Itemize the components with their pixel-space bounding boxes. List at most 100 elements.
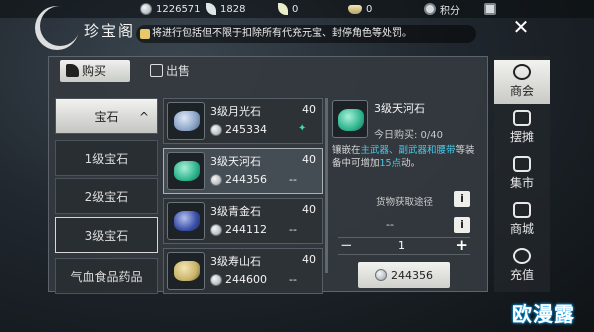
item-name: 3级月光石 [210, 105, 261, 118]
silver-coin-icon [210, 123, 222, 136]
settings-icon [484, 3, 496, 15]
nav-label: 摆摊 [509, 130, 534, 144]
buy-icon [66, 64, 79, 77]
nav-recharge[interactable]: 充值 [494, 244, 550, 288]
category-label: 2级宝石 [84, 190, 129, 204]
detail-description: 镶嵌在主武器、副武器和腰带等装备中可增加15点动。 [332, 144, 480, 170]
gem-icon [167, 152, 205, 190]
nav-mall[interactable]: 商城 [494, 198, 550, 242]
desc-highlight: 15点 [379, 158, 402, 169]
source-label: 货物获取途径 [376, 197, 434, 208]
settings-button[interactable] [484, 2, 496, 16]
item-price-value: 244112 [225, 223, 267, 236]
score-icon [424, 3, 436, 15]
detail-info-button[interactable]: i [454, 217, 470, 233]
silver-coin-icon [210, 273, 222, 286]
list-item[interactable]: 3级寿山石 40 244600 -- [163, 248, 323, 294]
tab-buy-label: 购买 [82, 64, 107, 78]
desc-part: 动。 [401, 158, 421, 169]
minus-button[interactable]: − [340, 236, 353, 254]
quantity-value[interactable]: 1 [398, 239, 405, 252]
category-gem[interactable]: 宝石 ^ [55, 98, 158, 134]
score-label: 积分 [440, 5, 460, 17]
plus-button[interactable]: + [455, 236, 468, 254]
gold-amount: 0 [292, 3, 299, 15]
item-price-value: 245334 [225, 123, 267, 136]
tab-sell[interactable]: 出售 [144, 60, 190, 82]
gem-icon [167, 252, 205, 290]
item-price: 245334 [210, 123, 267, 136]
silver-coin-icon [140, 3, 152, 15]
silver-amount: 1226571 [156, 3, 201, 15]
close-icon: ✕ [512, 15, 530, 39]
category-label: 宝石 [94, 110, 119, 124]
silver-coin-icon [210, 173, 222, 186]
nav-chamber-of-commerce[interactable]: 商会 [494, 60, 550, 104]
page-title: 珍宝阁 [84, 22, 136, 40]
item-change: -- [289, 223, 297, 236]
leaf-icon [206, 3, 216, 15]
desc-part: 镶嵌在 [332, 145, 361, 156]
item-qty: 40 [302, 153, 316, 166]
stall-icon [513, 110, 531, 126]
nav-label: 集市 [509, 176, 534, 190]
tab-buy[interactable]: 购买 [60, 60, 130, 82]
item-change: -- [289, 173, 297, 186]
nav-label: 商会 [509, 84, 534, 98]
watermark: 欧漫露 [512, 302, 575, 326]
item-qty: 40 [302, 103, 316, 116]
item-qty: 40 [302, 253, 316, 266]
gold-leaf-icon [278, 3, 288, 15]
source-info-button[interactable]: i [454, 191, 470, 207]
detail-today-purchase: 今日购买: 0/40 [374, 130, 444, 141]
item-name: 3级青金石 [210, 205, 261, 218]
sell-icon [150, 64, 163, 77]
list-scrollbar[interactable] [325, 98, 328, 273]
chevron-up-icon: ^ [138, 110, 149, 124]
item-price: 244600 [210, 273, 267, 286]
nav-market[interactable]: 集市 [494, 152, 550, 196]
item-price: 244356 [210, 173, 267, 186]
recharge-icon [513, 248, 531, 264]
category-gem-level3[interactable]: 3级宝石 [55, 217, 158, 253]
category-label: 气血食品药品 [70, 270, 143, 284]
nav-stall[interactable]: 摆摊 [494, 106, 550, 150]
nav-label: 商城 [509, 222, 534, 236]
info-icon: i [460, 192, 464, 205]
buy-button[interactable]: 244356 [358, 262, 450, 288]
list-item[interactable]: 3级青金石 40 244112 -- [163, 198, 323, 244]
gem-icon [167, 102, 205, 140]
item-price-value: 244600 [225, 273, 267, 286]
buy-price: 244356 [391, 268, 433, 282]
tab-sell-label: 出售 [166, 64, 191, 78]
item-name: 3级天河石 [210, 155, 261, 168]
notice-text: 将进行包括但不限于扣除所有代充元宝、封停角色等处罚。 [152, 28, 412, 39]
category-food-medicine[interactable]: 气血食品药品 [55, 258, 158, 294]
ingot-resource: 0 [348, 2, 372, 16]
item-name: 3级寿山石 [210, 255, 261, 268]
detail-item-name: 3级天河石 [374, 102, 425, 115]
detail-gem-icon [332, 100, 368, 138]
close-button[interactable]: ✕ [512, 17, 530, 37]
item-qty: 40 [302, 203, 316, 216]
gem-icon [167, 202, 205, 240]
item-price-value: 244356 [225, 173, 267, 186]
chamber-icon [513, 64, 531, 80]
gold-resource: 0 [278, 2, 298, 16]
score-resource[interactable]: 积分 [424, 2, 460, 17]
category-gem-level1[interactable]: 1级宝石 [55, 140, 158, 176]
category-gem-level2[interactable]: 2级宝石 [55, 178, 158, 214]
moon-decoration [40, 6, 80, 46]
list-item[interactable]: 3级月光石 40 245334 ✦ [163, 98, 323, 144]
silver-resource: 1226571 [140, 2, 201, 16]
quantity-stepper[interactable]: − 1 + [338, 236, 470, 255]
detail-placeholder: -- [386, 218, 394, 231]
ingot-amount: 0 [366, 3, 373, 15]
market-icon [513, 156, 531, 172]
list-item[interactable]: 3级天河石 40 244356 -- [163, 148, 323, 194]
notice-icon [140, 29, 150, 39]
leaf-amount: 1828 [220, 3, 246, 15]
top-resource-bar: 1226571 1828 0 0 积分 [0, 0, 594, 18]
item-change: -- [289, 273, 297, 286]
category-label: 3级宝石 [84, 229, 129, 243]
